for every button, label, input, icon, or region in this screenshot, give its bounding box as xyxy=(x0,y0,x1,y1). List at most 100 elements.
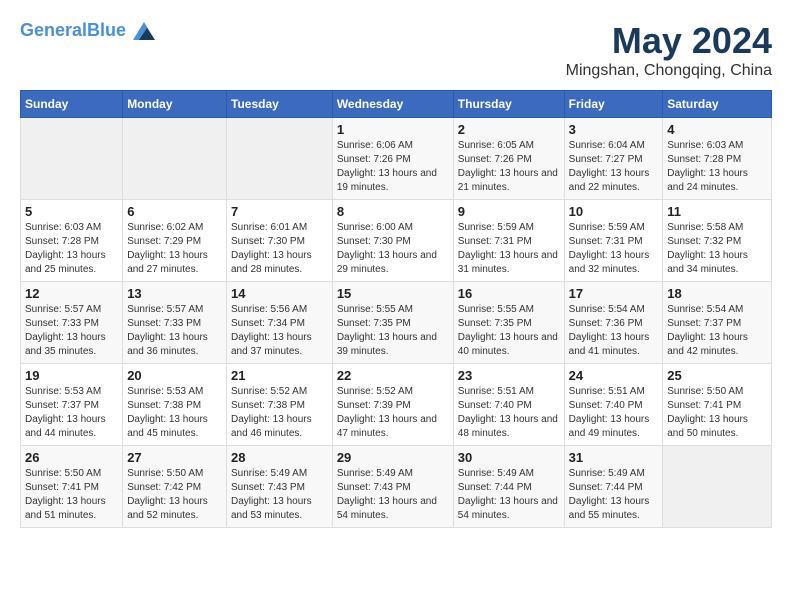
day-number: 7 xyxy=(231,204,328,219)
weekday-header: Sunday xyxy=(21,91,123,118)
calendar-cell xyxy=(227,118,333,200)
calendar-cell: 8Sunrise: 6:00 AM Sunset: 7:30 PM Daylig… xyxy=(332,200,453,282)
calendar-cell: 17 Sunrise: 5:54 AM Sunset: 7:36 PM Dayli… xyxy=(564,282,663,364)
calendar-cell: 24Sunrise: 5:51 AM Sunset: 7:40 PM Dayli… xyxy=(564,364,663,446)
day-info: Sunrise: 5:53 AM Sunset: 7:38 PM Dayligh… xyxy=(127,385,222,441)
calendar-cell: 4Sunrise: 6:03 AM Sunset: 7:28 PM Daylig… xyxy=(663,118,772,200)
calendar-cell: 7Sunrise: 6:01 AM Sunset: 7:30 PM Daylig… xyxy=(227,200,333,282)
title-block: May 2024 Mingshan, Chongqing, China xyxy=(566,20,772,80)
calendar-cell xyxy=(123,118,227,200)
calendar-week-row: 5Sunrise: 6:03 AM Sunset: 7:28 PM Daylig… xyxy=(21,200,772,282)
calendar-header: SundayMondayTuesdayWednesdayThursdayFrid… xyxy=(21,91,772,118)
day-number: 16 xyxy=(458,286,560,301)
weekday-header: Saturday xyxy=(663,91,772,118)
day-info: Sunrise: 5:54 AM Sunset: 7:36 PM Dayligh… xyxy=(569,303,659,359)
calendar-cell: 19 Sunrise: 5:53 AM Sunset: 7:37 PM Dayli… xyxy=(21,364,123,446)
calendar-cell: 26 Sunrise: 5:50 AM Sunset: 7:41 PM Dayli… xyxy=(21,446,123,528)
day-info: Sunrise: 5:49 AM Sunset: 7:44 PM Dayligh… xyxy=(458,467,560,523)
day-number: 26 xyxy=(25,450,118,465)
weekday-header: Thursday xyxy=(453,91,564,118)
logo-icon xyxy=(133,22,155,40)
day-info: Sunrise: 5:50 AM Sunset: 7:41 PM Dayligh… xyxy=(25,467,118,523)
day-info: Sunrise: 5:50 AM Sunset: 7:42 PM Dayligh… xyxy=(127,467,222,523)
day-number: 2 xyxy=(458,122,560,137)
calendar-week-row: 26 Sunrise: 5:50 AM Sunset: 7:41 PM Dayli… xyxy=(21,446,772,528)
day-number: 13 xyxy=(127,286,222,301)
day-number: 10 xyxy=(569,204,659,219)
weekday-header: Friday xyxy=(564,91,663,118)
calendar-cell: 27 Sunrise: 5:50 AM Sunset: 7:42 PM Dayli… xyxy=(123,446,227,528)
calendar-cell: 25 Sunrise: 5:50 AM Sunset: 7:41 PM Dayli… xyxy=(663,364,772,446)
calendar-cell xyxy=(663,446,772,528)
day-number: 18 xyxy=(667,286,767,301)
calendar-table: SundayMondayTuesdayWednesdayThursdayFrid… xyxy=(20,90,772,528)
day-number: 9 xyxy=(458,204,560,219)
day-number: 25 xyxy=(667,368,767,383)
calendar-cell: 3 Sunrise: 6:04 AM Sunset: 7:27 PM Daylig… xyxy=(564,118,663,200)
day-number: 31 xyxy=(569,450,659,465)
day-number: 17 xyxy=(569,286,659,301)
day-info: Sunrise: 5:55 AM Sunset: 7:35 PM Dayligh… xyxy=(337,303,449,359)
day-number: 11 xyxy=(667,204,767,219)
day-number: 20 xyxy=(127,368,222,383)
day-info: Sunrise: 5:54 AM Sunset: 7:37 PM Dayligh… xyxy=(667,303,767,359)
day-number: 30 xyxy=(458,450,560,465)
day-info: Sunrise: 6:04 AM Sunset: 7:27 PM Dayligh… xyxy=(569,139,659,195)
day-info: Sunrise: 5:50 AM Sunset: 7:41 PM Dayligh… xyxy=(667,385,767,441)
day-info: Sunrise: 6:00 AM Sunset: 7:30 PM Dayligh… xyxy=(337,221,449,277)
day-number: 15 xyxy=(337,286,449,301)
weekday-row: SundayMondayTuesdayWednesdayThursdayFrid… xyxy=(21,91,772,118)
day-number: 5 xyxy=(25,204,118,219)
day-info: Sunrise: 5:57 AM Sunset: 7:33 PM Dayligh… xyxy=(25,303,118,359)
day-info: Sunrise: 5:55 AM Sunset: 7:35 PM Dayligh… xyxy=(458,303,560,359)
day-number: 1 xyxy=(337,122,449,137)
calendar-cell: 18 Sunrise: 5:54 AM Sunset: 7:37 PM Dayli… xyxy=(663,282,772,364)
day-info: Sunrise: 5:52 AM Sunset: 7:39 PM Dayligh… xyxy=(337,385,449,441)
calendar-cell: 1 Sunrise: 6:06 AM Sunset: 7:26 PM Daylig… xyxy=(332,118,453,200)
logo-text: GeneralBlue xyxy=(20,20,155,42)
day-number: 29 xyxy=(337,450,449,465)
day-number: 24 xyxy=(569,368,659,383)
location: Mingshan, Chongqing, China xyxy=(566,62,772,80)
day-info: Sunrise: 6:03 AM Sunset: 7:28 PM Dayligh… xyxy=(667,139,767,195)
day-number: 23 xyxy=(458,368,560,383)
calendar-body: 1 Sunrise: 6:06 AM Sunset: 7:26 PM Daylig… xyxy=(21,118,772,528)
calendar-cell: 30 Sunrise: 5:49 AM Sunset: 7:44 PM Dayli… xyxy=(453,446,564,528)
day-number: 12 xyxy=(25,286,118,301)
day-number: 21 xyxy=(231,368,328,383)
day-info: Sunrise: 5:52 AM Sunset: 7:38 PM Dayligh… xyxy=(231,385,328,441)
day-number: 19 xyxy=(25,368,118,383)
calendar-cell: 29Sunrise: 5:49 AM Sunset: 7:43 PM Dayli… xyxy=(332,446,453,528)
calendar-cell: 12 Sunrise: 5:57 AM Sunset: 7:33 PM Dayli… xyxy=(21,282,123,364)
calendar-week-row: 1 Sunrise: 6:06 AM Sunset: 7:26 PM Daylig… xyxy=(21,118,772,200)
calendar-cell: 28Sunrise: 5:49 AM Sunset: 7:43 PM Dayli… xyxy=(227,446,333,528)
day-info: Sunrise: 5:57 AM Sunset: 7:33 PM Dayligh… xyxy=(127,303,222,359)
month-title: May 2024 xyxy=(566,20,772,62)
day-info: Sunrise: 5:51 AM Sunset: 7:40 PM Dayligh… xyxy=(458,385,560,441)
calendar-cell: 13 Sunrise: 5:57 AM Sunset: 7:33 PM Dayli… xyxy=(123,282,227,364)
calendar-cell: 20 Sunrise: 5:53 AM Sunset: 7:38 PM Dayli… xyxy=(123,364,227,446)
day-info: Sunrise: 6:06 AM Sunset: 7:26 PM Dayligh… xyxy=(337,139,449,195)
calendar-cell: 22Sunrise: 5:52 AM Sunset: 7:39 PM Dayli… xyxy=(332,364,453,446)
weekday-header: Wednesday xyxy=(332,91,453,118)
day-info: Sunrise: 5:53 AM Sunset: 7:37 PM Dayligh… xyxy=(25,385,118,441)
weekday-header: Tuesday xyxy=(227,91,333,118)
day-info: Sunrise: 5:56 AM Sunset: 7:34 PM Dayligh… xyxy=(231,303,328,359)
calendar-cell: 31 Sunrise: 5:49 AM Sunset: 7:44 PM Dayli… xyxy=(564,446,663,528)
logo-line1: General xyxy=(20,20,87,40)
logo-line2: Blue xyxy=(87,20,126,40)
day-number: 3 xyxy=(569,122,659,137)
day-number: 28 xyxy=(231,450,328,465)
day-info: Sunrise: 5:49 AM Sunset: 7:44 PM Dayligh… xyxy=(569,467,659,523)
weekday-header: Monday xyxy=(123,91,227,118)
calendar-week-row: 12 Sunrise: 5:57 AM Sunset: 7:33 PM Dayli… xyxy=(21,282,772,364)
calendar-cell: 5Sunrise: 6:03 AM Sunset: 7:28 PM Daylig… xyxy=(21,200,123,282)
calendar-cell: 9Sunrise: 5:59 AM Sunset: 7:31 PM Daylig… xyxy=(453,200,564,282)
calendar-cell xyxy=(21,118,123,200)
calendar-week-row: 19 Sunrise: 5:53 AM Sunset: 7:37 PM Dayli… xyxy=(21,364,772,446)
calendar-cell: 6Sunrise: 6:02 AM Sunset: 7:29 PM Daylig… xyxy=(123,200,227,282)
day-number: 14 xyxy=(231,286,328,301)
day-number: 6 xyxy=(127,204,222,219)
day-number: 27 xyxy=(127,450,222,465)
calendar-cell: 11Sunrise: 5:58 AM Sunset: 7:32 PM Dayli… xyxy=(663,200,772,282)
